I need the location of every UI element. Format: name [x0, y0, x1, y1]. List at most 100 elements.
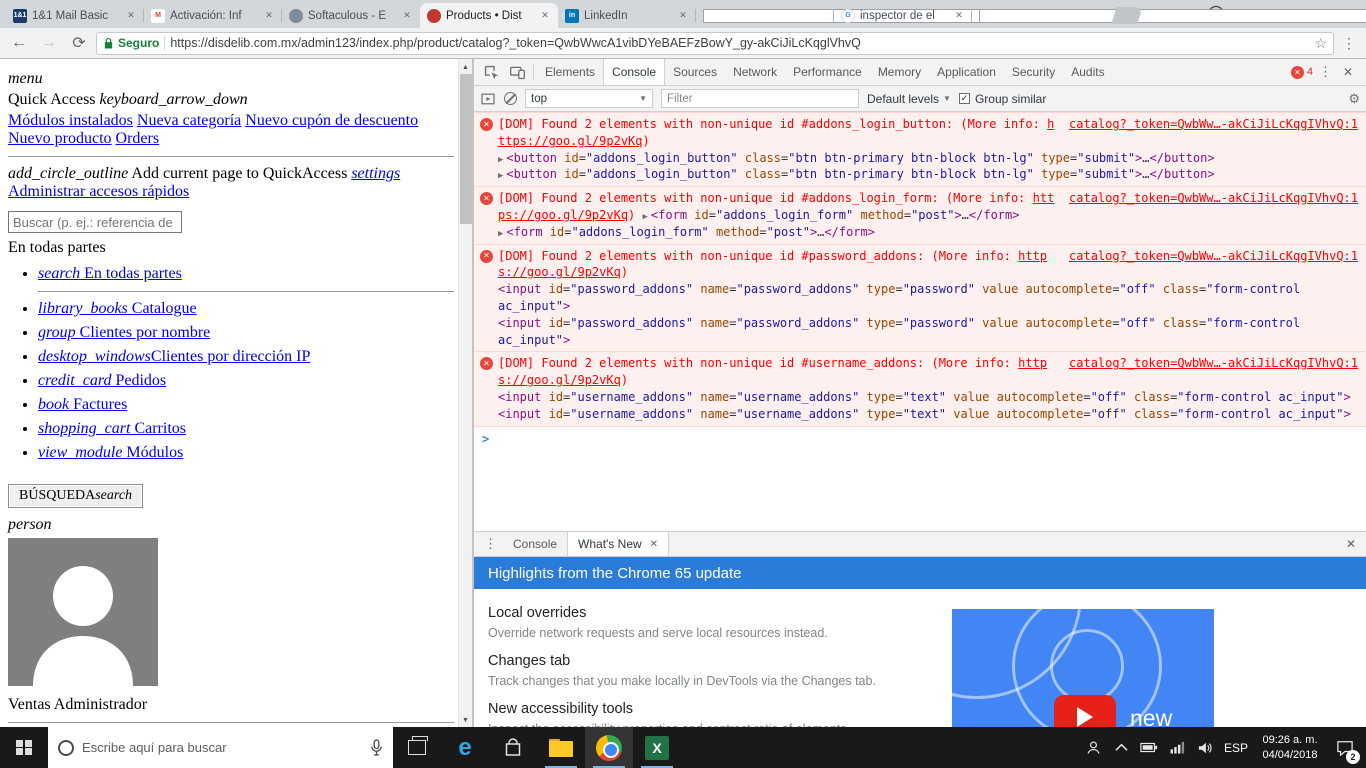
new-tab-button[interactable]: [1111, 7, 1143, 24]
drawer-tab-whats-new[interactable]: What's New✕: [567, 532, 669, 556]
people-icon[interactable]: [1080, 727, 1106, 768]
browser-tab[interactable]: Softaculous - E✕: [282, 3, 420, 28]
whats-new-video-thumbnail[interactable]: new: [952, 609, 1214, 727]
console-sidebar-icon[interactable]: [480, 91, 496, 107]
taskbar-edge[interactable]: e: [441, 727, 489, 768]
expand-triangle-icon[interactable]: ▶: [498, 155, 503, 165]
start-button[interactable]: [0, 727, 48, 768]
devtools-tab-audits[interactable]: Audits: [1063, 59, 1112, 85]
tab-close-icon[interactable]: ✕: [125, 10, 137, 21]
menu-icon[interactable]: menu: [8, 70, 43, 87]
devtools-tab-elements[interactable]: Elements: [537, 59, 603, 85]
action-center-button[interactable]: 2: [1328, 727, 1362, 768]
element-preview[interactable]: <input id="username_addons" name="userna…: [498, 406, 1358, 423]
error-count-badge[interactable]: ✕4: [1291, 66, 1313, 79]
element-preview[interactable]: ▶<form id="addons_login_form" method="po…: [643, 208, 1020, 222]
devtools-tab-security[interactable]: Security: [1004, 59, 1063, 85]
quick-link[interactable]: Orders: [116, 130, 160, 147]
devtools-tab-network[interactable]: Network: [725, 59, 785, 85]
message-source-link[interactable]: catalog?_token=QwbWw…-akCiJiLcKqgIVhvQ:1: [1069, 116, 1358, 133]
drawer-close-icon[interactable]: ✕: [1340, 537, 1362, 551]
nav-link[interactable]: library_books Catalogue: [38, 300, 197, 317]
scrollbar-thumb[interactable]: [460, 74, 472, 224]
taskbar-excel[interactable]: X: [633, 727, 681, 768]
more-info-link[interactable]: https://goo.gl/9p2vKq: [498, 356, 1047, 387]
tray-expand-chevron-icon[interactable]: [1108, 727, 1134, 768]
browser-tab[interactable]: 1&11&1 Mail Basic✕: [6, 3, 144, 28]
log-levels-select[interactable]: Default levels▼: [867, 92, 951, 106]
more-info-link[interactable]: https://goo.gl/9p2vKq: [498, 117, 1054, 148]
section-title[interactable]: New accessibility tools: [488, 701, 1352, 717]
microphone-icon[interactable]: [370, 739, 383, 756]
language-indicator[interactable]: ESP: [1220, 741, 1252, 755]
devtools-tab-console[interactable]: Console: [603, 59, 665, 85]
scroll-down-icon[interactable]: ▼: [459, 712, 472, 727]
execution-context-select[interactable]: top▼: [525, 89, 653, 108]
back-icon[interactable]: ←: [6, 30, 32, 56]
quick-link[interactable]: Módulos instalados: [8, 112, 133, 129]
browser-tab[interactable]: Error en back o✕: [696, 3, 834, 28]
quick-link[interactable]: Nuevo cupón de descuento: [245, 112, 418, 129]
scroll-up-icon[interactable]: ▲: [459, 59, 472, 74]
taskbar-file-explorer[interactable]: [537, 727, 585, 768]
drawer-menu-icon[interactable]: ⋮: [484, 536, 497, 552]
tab-close-icon[interactable]: ✕: [953, 10, 965, 21]
secure-chip[interactable]: Seguro: [103, 36, 159, 50]
expand-triangle-icon[interactable]: ▶: [498, 171, 503, 181]
group-similar-checkbox[interactable]: ✓Group similar: [959, 92, 1046, 106]
youtube-play-button[interactable]: [1054, 695, 1116, 727]
settings-icon-link[interactable]: settings: [351, 165, 400, 182]
tab-close-icon[interactable]: ✕: [263, 10, 275, 21]
devtools-close-icon[interactable]: ✕: [1338, 65, 1358, 79]
message-source-link[interactable]: catalog?_token=QwbWw…-akCiJiLcKqgIVhvQ:1: [1069, 355, 1358, 372]
browser-tab[interactable]: inLinkedIn✕: [558, 3, 696, 28]
element-preview[interactable]: <input id="password_addons" name="passwo…: [498, 281, 1358, 315]
nav-link[interactable]: credit_card Pedidos: [38, 372, 166, 389]
nav-link[interactable]: search En todas partes: [38, 265, 182, 282]
nav-link[interactable]: desktop_windowsClientes por dirección IP: [38, 348, 310, 365]
taskbar-chrome[interactable]: [585, 727, 633, 768]
inspect-element-icon[interactable]: [478, 60, 504, 84]
element-preview[interactable]: ▶<form id="addons_login_form" method="po…: [498, 224, 1358, 241]
forward-icon[interactable]: →: [36, 30, 62, 56]
search-submit-button[interactable]: BÚSQUEDAsearch: [8, 484, 143, 508]
taskbar-store[interactable]: [489, 727, 537, 768]
nav-link[interactable]: shopping_cart Carritos: [38, 420, 186, 437]
section-title[interactable]: Local overrides: [488, 605, 1352, 621]
element-preview[interactable]: <input id="username_addons" name="userna…: [498, 389, 1358, 406]
browser-tab[interactable]: MActivación: Inf✕: [144, 3, 282, 28]
element-preview[interactable]: ▶<button id="addons_login_button" class=…: [498, 150, 1358, 167]
console-settings-gear-icon[interactable]: ⚙: [1348, 91, 1360, 107]
nav-link[interactable]: group Clientes por nombre: [38, 324, 210, 341]
nav-link[interactable]: book Factures: [38, 396, 127, 413]
quick-link[interactable]: Nueva categoría: [137, 112, 241, 129]
browser-tab[interactable]: Products • Dist✕: [420, 3, 558, 28]
quick-access-label[interactable]: Quick Access: [8, 91, 96, 108]
manage-quickaccess-link[interactable]: Administrar accesos rápidos: [8, 183, 189, 200]
expand-triangle-icon[interactable]: ▶: [643, 212, 648, 222]
task-view-button[interactable]: [393, 727, 441, 768]
section-title[interactable]: Changes tab: [488, 653, 1352, 669]
drawer-tab-console[interactable]: Console: [503, 532, 567, 556]
nav-link[interactable]: view_module Módulos: [38, 444, 183, 461]
tab-close-icon[interactable]: ✕: [677, 10, 689, 21]
message-source-link[interactable]: catalog?_token=QwbWw…-akCiJiLcKqgIVhvQ:1: [1069, 248, 1358, 265]
message-source-link[interactable]: catalog?_token=QwbWw…-akCiJiLcKqgIVhvQ:1: [1069, 190, 1358, 207]
device-toolbar-icon[interactable]: [504, 60, 530, 84]
devtools-tab-sources[interactable]: Sources: [665, 59, 725, 85]
browser-tab[interactable]: Nueva pestaña✕: [972, 3, 1110, 28]
element-preview[interactable]: <input id="password_addons" name="passwo…: [498, 315, 1358, 349]
battery-icon[interactable]: [1136, 727, 1162, 768]
devtools-tab-application[interactable]: Application: [929, 59, 1004, 85]
page-scrollbar[interactable]: ▲ ▼: [458, 59, 472, 727]
network-signal-icon[interactable]: [1164, 727, 1190, 768]
expand-triangle-icon[interactable]: ▶: [498, 229, 503, 239]
refresh-icon[interactable]: ⟳: [66, 30, 92, 56]
element-preview[interactable]: ▶<button id="addons_login_button" class=…: [498, 166, 1358, 183]
taskbar-clock[interactable]: 09:26 a. m. 04/04/2018: [1254, 733, 1326, 763]
tab-close-icon[interactable]: ✕: [539, 10, 551, 21]
quick-link[interactable]: Nuevo producto: [8, 130, 112, 147]
devtools-menu-icon[interactable]: ⋮: [1319, 64, 1332, 80]
browser-menu-icon[interactable]: ⋮: [1338, 35, 1360, 52]
speaker-icon[interactable]: [1192, 727, 1218, 768]
